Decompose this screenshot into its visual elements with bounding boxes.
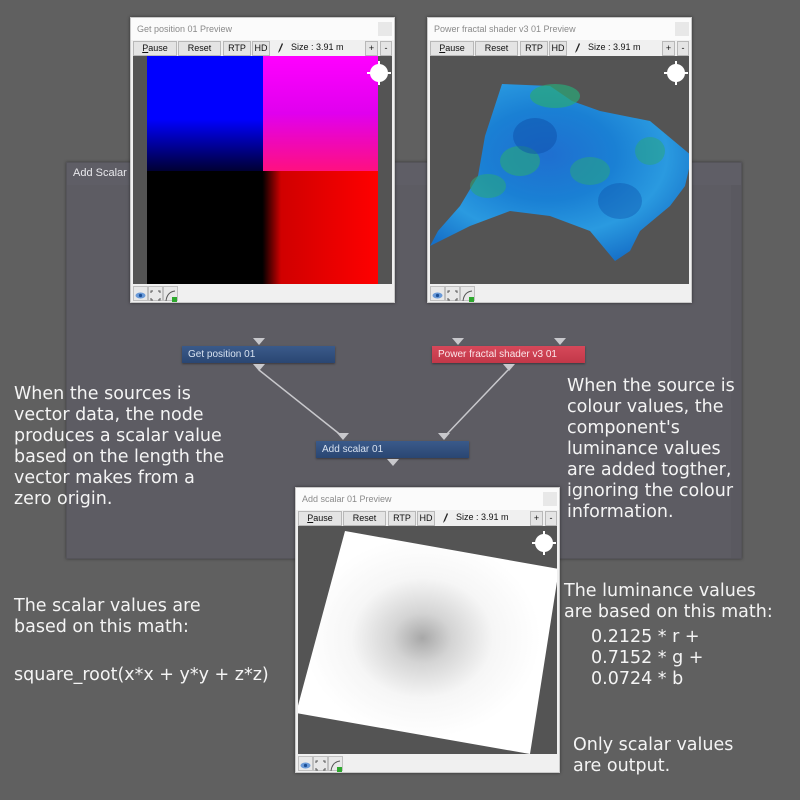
input-port[interactable] xyxy=(337,433,349,440)
preview-window-power-fractal: Power fractal shader v3 01 Preview Pause… xyxy=(427,17,692,303)
size-readout: Size : 3.91 m xyxy=(291,42,344,52)
reset-button[interactable]: Reset xyxy=(343,511,386,526)
preview-titlebar[interactable]: Power fractal shader v3 01 Preview xyxy=(428,18,691,40)
input-port[interactable] xyxy=(452,338,464,345)
node-power-fractal-shader[interactable]: Power fractal shader v3 01 xyxy=(432,346,585,363)
preview-title: Power fractal shader v3 01 Preview xyxy=(434,24,576,34)
preview-titlebar[interactable]: Get position 01 Preview xyxy=(131,18,394,40)
preview-titlebar[interactable]: Add scalar 01 Preview xyxy=(296,488,559,510)
rtp-button[interactable]: RTP xyxy=(223,41,251,56)
close-button[interactable] xyxy=(378,22,392,36)
eye-icon[interactable] xyxy=(430,286,445,301)
hd-button[interactable]: HD xyxy=(252,41,270,56)
zoom-out-button[interactable]: - xyxy=(380,41,392,56)
output-port[interactable] xyxy=(253,364,265,371)
preview-footer xyxy=(131,284,394,302)
curve-icon[interactable] xyxy=(328,756,343,772)
eye-icon[interactable] xyxy=(133,286,148,301)
light-direction-icon[interactable] xyxy=(664,61,688,85)
zoom-in-button[interactable]: + xyxy=(662,41,675,56)
preview-viewport[interactable] xyxy=(133,56,392,284)
zoom-out-button[interactable]: - xyxy=(677,41,689,56)
note-vector-data: When the sources is vector data, the nod… xyxy=(14,384,225,509)
input-port[interactable] xyxy=(253,338,265,345)
close-button[interactable] xyxy=(543,492,557,506)
preview-window-add-scalar: Add scalar 01 Preview Pause Reset RTP HD… xyxy=(295,487,560,773)
zoom-in-button[interactable]: + xyxy=(530,511,543,526)
scalar-render xyxy=(298,531,557,754)
curve-icon[interactable] xyxy=(460,286,475,302)
zoom-out-button[interactable]: - xyxy=(545,511,557,526)
note-output: Only scalar values are output. xyxy=(573,735,734,776)
brush-icon[interactable] xyxy=(276,42,284,54)
fit-view-icon[interactable] xyxy=(445,286,460,301)
position-render-upper-magenta xyxy=(263,56,378,171)
node-get-position[interactable]: Get position 01 xyxy=(182,346,335,363)
reset-button[interactable]: Reset xyxy=(178,41,221,56)
eye-icon[interactable] xyxy=(298,756,313,771)
pause-button[interactable]: Pause xyxy=(430,41,474,56)
brush-icon[interactable] xyxy=(573,42,581,54)
preview-window-get-position: Get position 01 Preview Pause Reset RTP … xyxy=(130,17,395,303)
preview-title: Add scalar 01 Preview xyxy=(302,494,392,504)
position-render-lower xyxy=(147,171,378,284)
preview-toolbar: Pause Reset RTP HD Size : 3.91 m + - xyxy=(296,510,559,526)
note-scalar-math-formula: square_root(x*x + y*y + z*z) xyxy=(14,665,269,685)
preview-footer xyxy=(296,754,559,772)
reset-button[interactable]: Reset xyxy=(475,41,518,56)
preview-viewport[interactable] xyxy=(430,56,689,284)
size-readout: Size : 3.91 m xyxy=(588,42,641,52)
node-add-scalar[interactable]: Add scalar 01 xyxy=(316,441,469,458)
preview-toolbar: Pause Reset RTP HD Size : 3.91 m + - xyxy=(131,40,394,56)
rtp-button[interactable]: RTP xyxy=(388,511,416,526)
light-direction-icon[interactable] xyxy=(367,61,391,85)
position-render-upper-blue xyxy=(147,56,263,171)
input-port[interactable] xyxy=(554,338,566,345)
output-port[interactable] xyxy=(503,364,515,371)
preview-viewport[interactable] xyxy=(298,526,557,754)
light-direction-icon[interactable] xyxy=(532,531,556,555)
preview-title: Get position 01 Preview xyxy=(137,24,233,34)
hd-button[interactable]: HD xyxy=(417,511,435,526)
fit-view-icon[interactable] xyxy=(148,286,163,301)
fit-view-icon[interactable] xyxy=(313,756,328,771)
zoom-in-button[interactable]: + xyxy=(365,41,378,56)
pause-button[interactable]: Pause xyxy=(133,41,177,56)
preview-footer xyxy=(428,284,691,302)
preview-toolbar: Pause Reset RTP HD Size : 3.91 m + - xyxy=(428,40,691,56)
close-button[interactable] xyxy=(675,22,689,36)
curve-icon[interactable] xyxy=(163,286,178,302)
graph-title: Add Scalar xyxy=(73,167,127,179)
note-colour-values: When the source is colour values, the co… xyxy=(567,376,735,522)
size-readout: Size : 3.91 m xyxy=(456,512,509,522)
rtp-button[interactable]: RTP xyxy=(520,41,548,56)
hd-button[interactable]: HD xyxy=(549,41,567,56)
input-port[interactable] xyxy=(438,433,450,440)
pause-button[interactable]: Pause xyxy=(298,511,342,526)
note-luminance-intro: The luminance values are based on this m… xyxy=(564,581,773,622)
brush-icon[interactable] xyxy=(441,512,449,524)
fractal-terrain-render xyxy=(430,84,689,261)
output-port[interactable] xyxy=(387,459,399,466)
note-luminance-formula: 0.2125 * r + 0.7152 * g + 0.0724 * b xyxy=(591,627,704,689)
note-scalar-math-intro: The scalar values are based on this math… xyxy=(14,596,201,637)
